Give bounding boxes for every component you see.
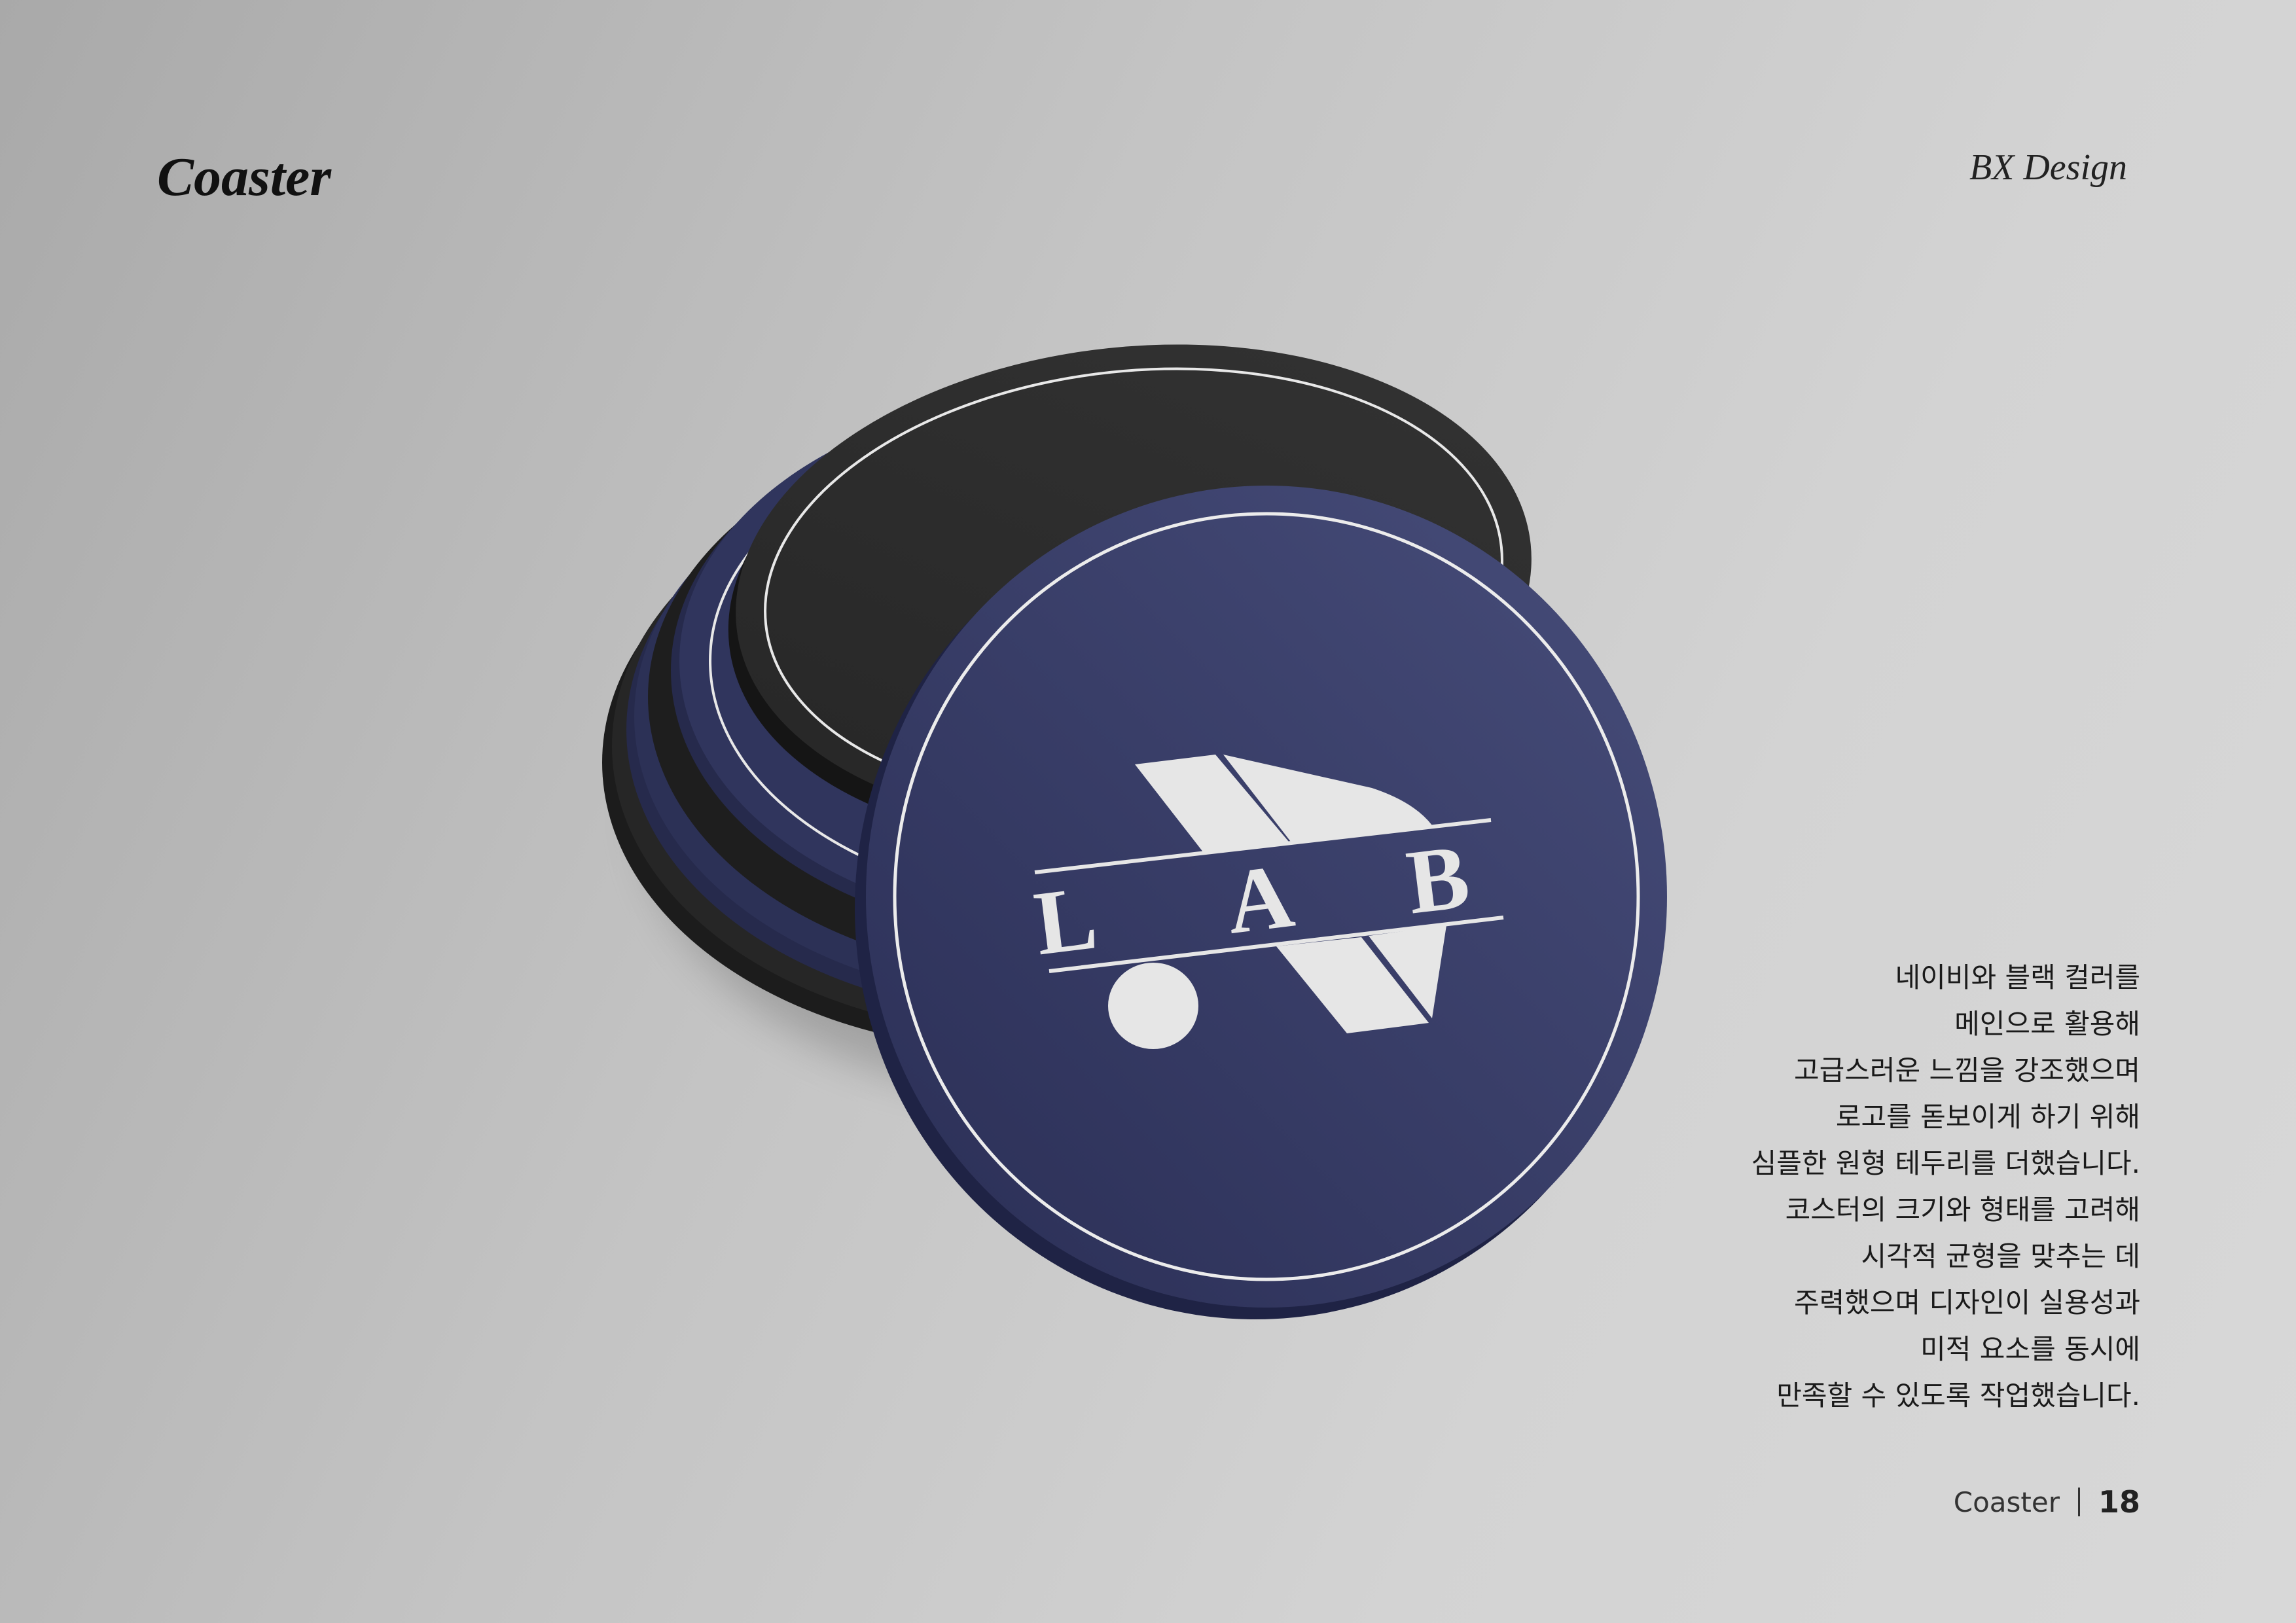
description-line: 로고를 돋보이게 하기 위해 [1835,1101,2140,1133]
description-line: 만족할 수 있도록 작업했습니다. [1776,1380,2140,1412]
logo-letter-l: L [1029,866,1102,974]
page-number: 18 [2098,1484,2140,1520]
footer-divider [2077,1488,2080,1516]
description-line: 네이비와 블랙 컬러를 [1895,961,2140,993]
description-line: 심플한 원형 테두리를 더했습니다. [1751,1147,2140,1179]
description-line: 미적 요소를 동시에 [1920,1333,2140,1365]
footer-section: Coaster [1953,1486,2060,1518]
description-line: 고급스러운 느낌을 강조했으며 [1793,1054,2140,1086]
logo-letter-b: B [1401,825,1475,933]
description-line: 시각적 균형을 맞추는 데 [1861,1240,2140,1272]
logo-dot [1108,963,1198,1049]
description-line: 주력했으며 디자인이 실용성과 [1793,1287,2140,1319]
page-footer: Coaster 18 [1954,1484,2140,1520]
description: 네이비와 블랙 컬러를 메인으로 활용해 고급스러운 느낌을 강조했으며 로고를… [1751,954,2140,1419]
logo-letter-a: A [1221,845,1299,954]
description-line: 메인으로 활용해 [1954,1008,2140,1040]
page-title: Coaster [157,147,332,207]
brand-label: BX Design [1969,147,2127,188]
description-line: 코스터의 크기와 형태를 고려해 [1785,1194,2140,1226]
